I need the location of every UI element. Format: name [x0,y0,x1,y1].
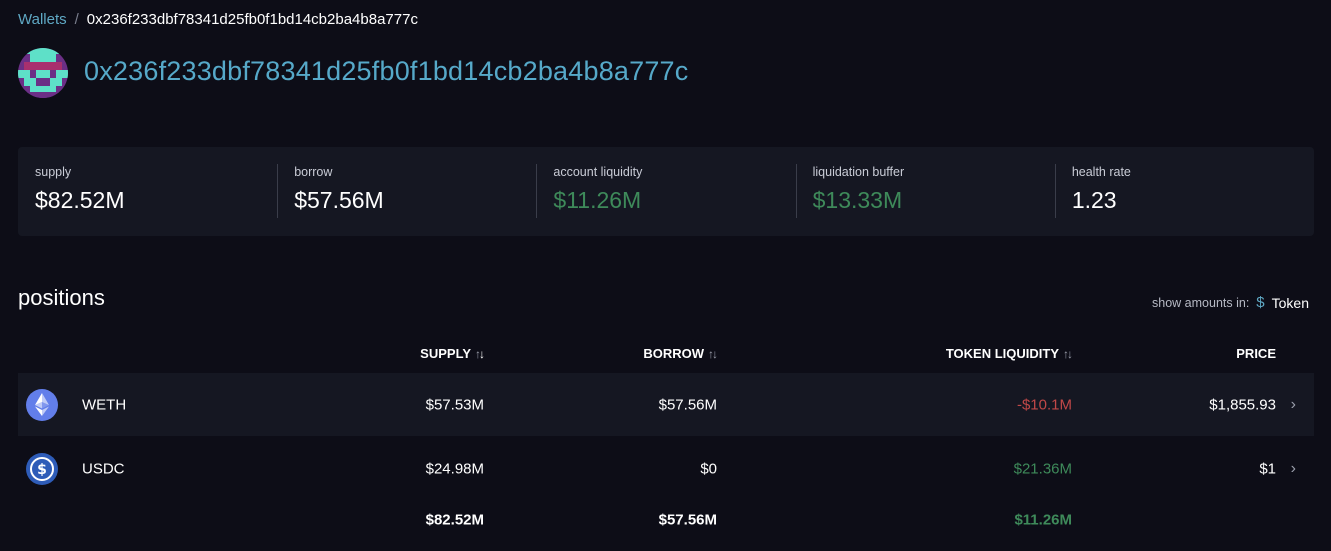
column-header-borrow-label: BORROW [643,346,704,361]
svg-text:$: $ [37,462,47,478]
stat-liquidation-buffer-value: $13.33M [812,187,903,213]
token-name: USDC [82,460,125,477]
total-token-liquidity: $11.26M [1014,511,1072,529]
stat-health-rate-label: health rate [1071,165,1131,179]
stat-borrow-value: $57.56M [294,187,384,213]
stat-supply-value: $82.52M [35,187,125,213]
stat-health-rate-value: 1.23 [1071,187,1117,213]
breadcrumb-separator: / [74,11,79,28]
stat-liquidation-buffer: liquidation buffer $13.33M [795,147,1055,236]
amounts-toggle: show amounts in: $ Token [1152,294,1309,311]
chevron-right-icon[interactable]: › [1291,460,1296,478]
stat-account-liquidity: account liquidity $11.26M [536,147,795,236]
breadcrumb-current: 0x236f233dbf78341d25fb0f1bd14cb2ba4b8a77… [86,11,418,28]
stat-account-liquidity-label: account liquidity [553,165,643,179]
breadcrumb: Wallets / 0x236f233dbf78341d25fb0f1bd14c… [18,11,418,28]
usdc-icon: $ [26,452,58,485]
breadcrumb-wallets-link[interactable]: Wallets [18,11,67,28]
stat-account-liquidity-value: $11.26M [553,187,642,213]
borrow-value: $57.56M [658,396,717,413]
dollar-toggle-option[interactable]: $ [1256,294,1264,311]
sort-arrows-icon: ↑↓ [475,346,485,361]
price-value: $1,855.93 [1209,396,1276,413]
amounts-toggle-label: show amounts in: [1152,295,1250,310]
total-supply: $82.52M [425,511,484,529]
stat-borrow: borrow $57.56M [277,147,536,236]
table-row[interactable]: $ USDC $24.98M $0 $21.36M $1 › [18,437,1314,500]
sort-arrows-icon: ↑↓ [708,346,718,361]
wallet-address: 0x236f233dbf78341d25fb0f1bd14cb2ba4b8a77… [84,56,689,86]
column-header-price-label: PRICE [1236,346,1276,361]
token-toggle-option[interactable]: Token [1272,295,1309,311]
token-liquidity-value: $21.36M [1013,460,1072,477]
stat-supply: supply $82.52M [18,147,277,236]
sort-arrows-icon: ↑↓ [1063,346,1073,361]
stat-health-rate: health rate 1.23 [1054,147,1314,236]
column-header-supply[interactable]: SUPPLY ↑↓ [420,346,485,361]
stat-liquidation-buffer-label: liquidation buffer [812,165,905,179]
column-header-token-liquidity[interactable]: TOKEN LIQUIDITY ↑↓ [945,346,1073,361]
column-header-supply-label: SUPPLY [420,346,471,361]
table-row[interactable]: WETH $57.53M $57.56M -$10.1M $1,855.93 › [18,373,1314,436]
stats-panel: supply $82.52M borrow $57.56M account li… [18,147,1314,236]
column-header-token-liquidity-label: TOKEN LIQUIDITY [945,346,1059,361]
token-liquidity-value: -$10.1M [1016,396,1072,413]
borrow-value: $0 [700,460,717,477]
stat-borrow-label: borrow [294,165,333,179]
chevron-right-icon[interactable]: › [1291,396,1296,414]
total-borrow: $57.56M [658,511,717,529]
wallet-avatar [18,48,68,98]
stat-supply-label: supply [35,165,72,179]
positions-title: positions [18,285,105,310]
ethereum-icon [26,388,58,421]
supply-value: $24.98M [425,460,484,477]
column-header-price: PRICE [1236,346,1276,361]
column-header-borrow[interactable]: BORROW ↑↓ [643,346,718,361]
totals-row: $82.52M $57.56M $11.26M [18,505,1314,535]
price-value: $1 [1259,460,1276,477]
token-name: WETH [82,396,127,413]
supply-value: $57.53M [425,396,484,413]
